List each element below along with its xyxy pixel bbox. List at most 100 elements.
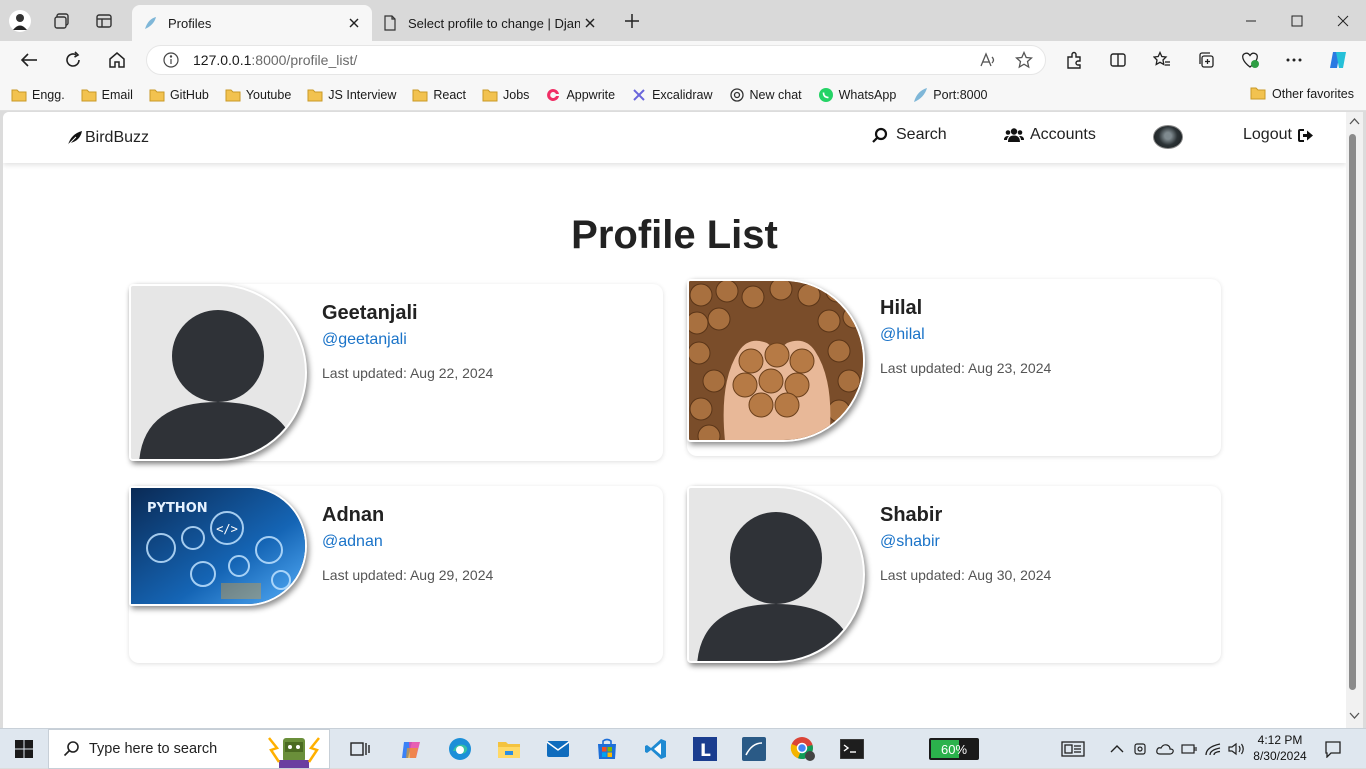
profile-card[interactable]: Hilal @hilal Last updated: Aug 23, 2024 xyxy=(687,279,1221,456)
collections-icon[interactable] xyxy=(1184,48,1228,72)
windows-start-icon[interactable] xyxy=(9,735,39,763)
page-scrollbar[interactable] xyxy=(1346,112,1363,728)
task-view-icon[interactable] xyxy=(345,735,375,763)
users-icon xyxy=(1004,127,1024,143)
user-avatar[interactable] xyxy=(1153,125,1183,149)
profile-updated: Last updated: Aug 29, 2024 xyxy=(322,567,494,583)
edge-browser-icon[interactable] xyxy=(445,735,475,763)
profile-card[interactable]: Shabir @shabir Last updated: Aug 30, 202… xyxy=(687,486,1221,663)
new-tab-icon[interactable] xyxy=(620,9,644,33)
bookmark-whatsapp[interactable]: WhatsApp xyxy=(818,87,896,103)
file-explorer-icon[interactable] xyxy=(494,735,524,763)
python-banner-image[interactable]: </> PYTHON xyxy=(129,486,307,606)
nav-search-label: Search xyxy=(896,126,947,143)
nav-search[interactable]: Search xyxy=(871,126,947,144)
workspaces-icon[interactable] xyxy=(50,9,74,33)
folder-icon xyxy=(81,87,97,103)
brand-link[interactable]: BirdBuzz xyxy=(67,129,149,147)
profile-updated: Last updated: Aug 22, 2024 xyxy=(322,365,494,381)
bookmark-youtube[interactable]: Youtube xyxy=(225,87,291,103)
walnuts-photo-image[interactable] xyxy=(687,279,865,442)
tab-profiles[interactable]: Profiles xyxy=(132,5,372,41)
brand-name: BirdBuzz xyxy=(85,129,150,146)
close-tab-icon[interactable] xyxy=(580,13,600,33)
more-options-icon[interactable] xyxy=(1272,48,1316,72)
profile-avatar-icon[interactable] xyxy=(8,9,32,33)
notification-center-icon[interactable] xyxy=(1318,735,1348,763)
bookmark-new-chat[interactable]: New chat xyxy=(729,87,802,103)
bookmark-js-interview[interactable]: JS Interview xyxy=(307,87,396,103)
bookmark-excalidraw[interactable]: Excalidraw xyxy=(631,87,713,103)
nav-accounts-label: Accounts xyxy=(1030,126,1096,143)
volume-icon[interactable] xyxy=(1222,735,1252,763)
battery-percent: 60% xyxy=(940,741,968,757)
tab-title: Select profile to change | Django site a… xyxy=(408,15,580,31)
close-tab-icon[interactable] xyxy=(344,13,364,33)
l-app-icon[interactable]: L xyxy=(690,735,720,763)
bookmark-jobs[interactable]: Jobs xyxy=(482,87,529,103)
scrollbar-thumb[interactable] xyxy=(1349,134,1356,690)
site-info-icon[interactable] xyxy=(163,52,179,68)
bookmark-email[interactable]: Email xyxy=(81,87,133,103)
read-aloud-icon[interactable] xyxy=(979,51,997,69)
extensions-icon[interactable] xyxy=(1052,48,1096,72)
bookmark-label: Port:8000 xyxy=(933,87,988,102)
browser-tab-bar: Profiles Select profile to change | Djan… xyxy=(0,0,1366,41)
bookmark-label: JS Interview xyxy=(328,87,397,102)
mail-icon[interactable] xyxy=(543,735,573,763)
close-window-icon[interactable] xyxy=(1320,0,1366,41)
profile-handle-link[interactable]: @adnan xyxy=(322,533,383,551)
profile-card[interactable]: Geetanjali @geetanjali Last updated: Aug… xyxy=(129,284,663,461)
battery-widget[interactable]: 60% xyxy=(929,738,979,760)
chrome-icon[interactable] xyxy=(788,735,818,763)
copilot-taskbar-icon[interactable] xyxy=(396,735,426,763)
tab-actions-icon[interactable] xyxy=(92,9,116,33)
taskbar-clock[interactable]: 4:12 PM 8/30/2024 xyxy=(1250,732,1310,764)
logout-icon xyxy=(1297,128,1314,143)
folder-icon xyxy=(412,87,428,103)
mysql-workbench-icon[interactable] xyxy=(739,735,769,763)
search-highlight-icon xyxy=(265,732,323,768)
refresh-icon[interactable] xyxy=(59,48,87,72)
taskbar-search-placeholder: Type here to search xyxy=(89,741,218,757)
page-icon xyxy=(382,15,398,31)
search-icon xyxy=(871,127,888,144)
split-screen-icon[interactable] xyxy=(1096,48,1140,72)
bookmark-appwrite[interactable]: Appwrite xyxy=(545,87,615,103)
tab-django-admin[interactable]: Select profile to change | Django site a… xyxy=(372,5,610,41)
profile-card[interactable]: </> PYTHON Adnan @adnan Last updated: Au… xyxy=(129,486,663,663)
default-avatar-image[interactable] xyxy=(129,284,307,461)
scroll-up-arrow-icon[interactable] xyxy=(1346,116,1363,128)
browser-essentials-icon[interactable] xyxy=(1228,48,1272,72)
copilot-icon[interactable] xyxy=(1316,48,1360,72)
favorite-star-icon[interactable] xyxy=(1015,51,1033,69)
profile-handle-link[interactable]: @hilal xyxy=(880,326,925,344)
nav-logout[interactable]: Logout xyxy=(1243,126,1314,144)
bookmark-react[interactable]: React xyxy=(412,87,466,103)
bookmark-engg[interactable]: Engg. xyxy=(11,87,65,103)
nav-accounts[interactable]: Accounts xyxy=(1004,126,1096,144)
microsoft-store-icon[interactable] xyxy=(592,735,622,763)
url-bar[interactable]: 127.0.0.1:8000/profile_list/ xyxy=(146,45,1046,75)
other-favorites[interactable]: Other favorites xyxy=(1250,86,1354,102)
profile-handle-link[interactable]: @shabir xyxy=(880,533,940,551)
home-icon[interactable] xyxy=(103,48,131,72)
bookmark-github[interactable]: GitHub xyxy=(149,87,209,103)
maximize-icon[interactable] xyxy=(1274,0,1320,41)
scroll-down-arrow-icon[interactable] xyxy=(1346,710,1363,722)
minimize-icon[interactable] xyxy=(1228,0,1274,41)
news-widget-icon[interactable] xyxy=(1058,735,1088,763)
folder-icon xyxy=(482,87,498,103)
favorites-icon[interactable] xyxy=(1140,48,1184,72)
taskbar-search-box[interactable]: Type here to search xyxy=(48,729,330,769)
back-icon[interactable] xyxy=(15,48,43,72)
default-avatar-image[interactable] xyxy=(687,486,865,663)
url-path: :8000/profile_list/ xyxy=(251,52,358,68)
bookmark-label: GitHub xyxy=(169,87,209,102)
profile-handle-link[interactable]: @geetanjali xyxy=(322,331,407,349)
terminal-icon[interactable] xyxy=(837,735,867,763)
bookmark-port-8000[interactable]: Port:8000 xyxy=(912,87,988,103)
whatsapp-icon xyxy=(818,87,834,103)
vscode-icon[interactable] xyxy=(641,735,671,763)
folder-icon xyxy=(149,87,165,103)
